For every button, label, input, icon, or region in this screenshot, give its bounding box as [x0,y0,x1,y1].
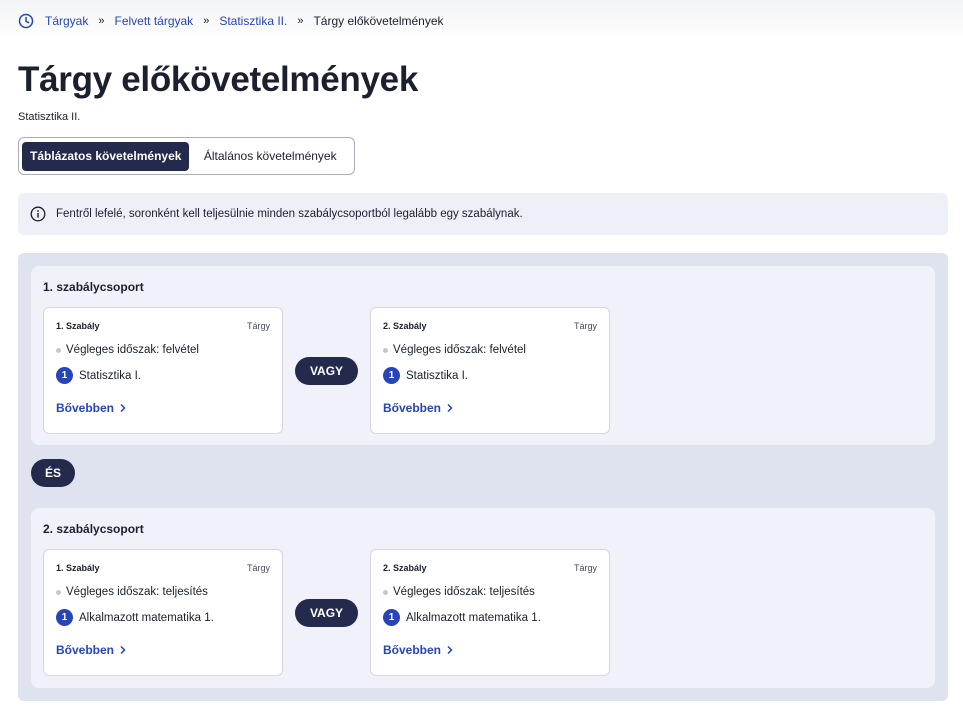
course-number-badge: 1 [56,367,73,384]
rule-course-name: Statisztika I. [79,369,141,382]
rule-group: 1. szabálycsoport 1. Szabály Tárgy Végle… [31,266,935,445]
chevron-right-icon [446,645,454,655]
breadcrumb-separator: » [98,15,105,27]
breadcrumb-separator: » [203,15,210,27]
tab-general-requirements[interactable]: Általános követelmények [189,142,351,171]
rule-period-text: Végleges időszak: teljesítés [66,586,208,598]
rule-period: Végleges időszak: teljesítés [56,586,208,598]
rule-title: 2. Szabály [383,321,427,331]
requirements-tabs: Táblázatos követelmények Általános követ… [18,137,355,175]
rule-tag: Tárgy [573,321,597,331]
chevron-right-icon [119,645,127,655]
info-icon [30,206,46,222]
rule-group: 2. szabálycsoport 1. Szabály Tárgy Végle… [31,508,935,688]
chevron-right-icon [119,403,127,413]
rule-course: 1 Statisztika I. [56,367,141,384]
course-number-badge: 1 [383,367,400,384]
bullet-dot [56,589,61,595]
rule-title: 1. Szabály [56,563,100,573]
breadcrumb-link-targyak[interactable]: Tárgyak [45,14,88,28]
rule-card: 1. Szabály Tárgy Végleges időszak: telje… [43,549,283,676]
rule-tag: Tárgy [246,563,270,573]
chevron-right-icon [446,403,454,413]
rule-course-name: Alkalmazott matematika 1. [406,611,541,624]
more-link-label: Bővebben [56,401,115,415]
rule-period: Végleges időszak: teljesítés [383,586,535,598]
breadcrumb: Tárgyak » Felvett tárgyak » Statisztika … [18,13,444,29]
or-connector: VAGY [295,357,358,385]
info-banner: Fentről lefelé, soronként kell teljesüln… [18,193,948,235]
rule-card: 2. Szabály Tárgy Végleges időszak: felvé… [370,307,610,434]
more-link-label: Bővebben [383,643,442,657]
info-text: Fentről lefelé, soronként kell teljesüln… [56,208,523,220]
rule-period-text: Végleges időszak: felvétel [393,344,526,356]
breadcrumb-link-felvett-targyak[interactable]: Felvett tárgyak [114,14,193,28]
rule-card: 1. Szabály Tárgy Végleges időszak: felvé… [43,307,283,434]
rule-card: 2. Szabály Tárgy Végleges időszak: telje… [370,549,610,676]
page-subtitle: Statisztika II. [18,111,81,123]
bullet-dot [383,347,388,353]
more-link-label: Bővebben [56,643,115,657]
more-link-label: Bővebben [383,401,442,415]
rule-tag: Tárgy [246,321,270,331]
rule-course-name: Alkalmazott matematika 1. [79,611,214,624]
more-link[interactable]: Bővebben [383,401,454,415]
course-number-badge: 1 [383,609,400,626]
bullet-dot [383,589,388,595]
rule-title: 1. Szabály [56,321,100,331]
and-connector: ÉS [31,459,75,487]
more-link[interactable]: Bővebben [56,401,127,415]
rule-course: 1 Statisztika I. [383,367,468,384]
breadcrumb-link-statisztika[interactable]: Statisztika II. [219,14,287,28]
rule-course: 1 Alkalmazott matematika 1. [383,609,541,626]
rule-course-name: Statisztika I. [406,369,468,382]
clock-icon[interactable] [18,13,34,29]
rule-title: 2. Szabály [383,563,427,573]
rule-course: 1 Alkalmazott matematika 1. [56,609,214,626]
rule-period-text: Végleges időszak: teljesítés [393,586,535,598]
course-number-badge: 1 [56,609,73,626]
rule-period-text: Végleges időszak: felvétel [66,344,199,356]
tab-table-requirements[interactable]: Táblázatos követelmények [22,141,190,171]
rule-group-title: 2. szabálycsoport [43,522,144,536]
or-connector: VAGY [295,599,358,627]
breadcrumb-current: Tárgy előkövetelmények [313,14,444,28]
bullet-dot [56,347,61,353]
more-link[interactable]: Bővebben [56,643,127,657]
rule-groups-panel: 1. szabálycsoport 1. Szabály Tárgy Végle… [18,253,948,701]
rule-period: Végleges időszak: felvétel [383,344,526,356]
page-title: Tárgy előkövetelmények [18,60,418,99]
breadcrumb-separator: » [297,15,304,27]
rule-group-title: 1. szabálycsoport [43,280,144,294]
rule-tag: Tárgy [573,563,597,573]
rule-period: Végleges időszak: felvétel [56,344,199,356]
more-link[interactable]: Bővebben [383,643,454,657]
